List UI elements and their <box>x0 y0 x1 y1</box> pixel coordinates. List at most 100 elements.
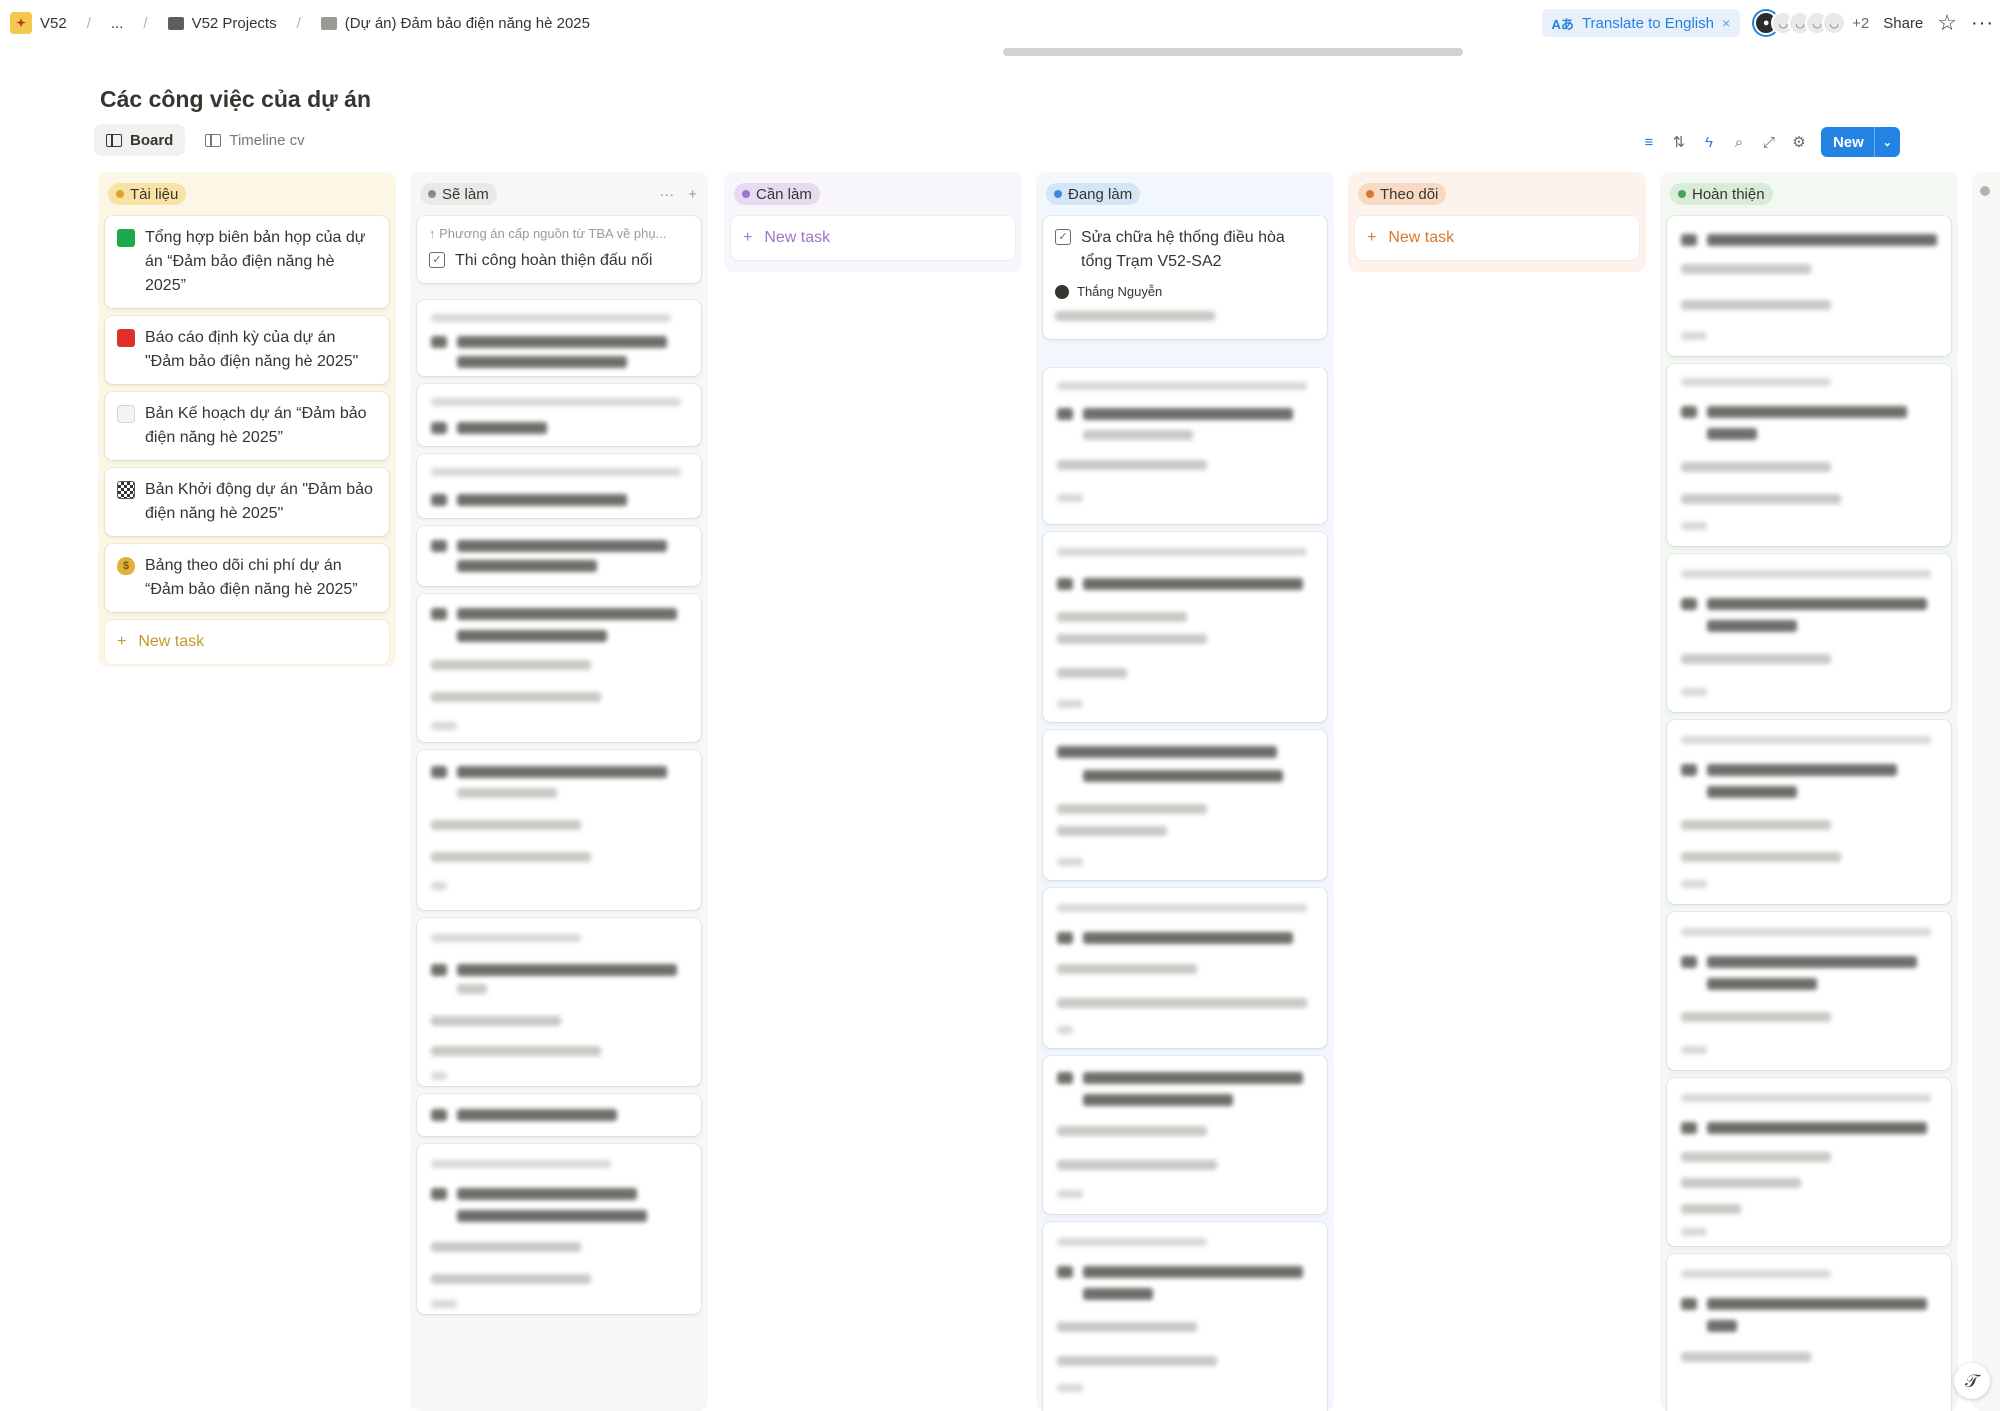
breadcrumb-separator: / <box>296 14 301 32</box>
more-people-count: +2 <box>1852 14 1870 32</box>
document-icon <box>117 405 135 423</box>
card[interactable] <box>417 526 701 586</box>
breadcrumb: ✦ V52 / ... / V52 Projects / (Dự án) Đảm… <box>10 12 590 34</box>
star-icon[interactable]: ☆ <box>1937 10 1957 36</box>
status-badge[interactable]: Hoàn thiện <box>1670 183 1773 205</box>
card[interactable] <box>1043 888 1327 1048</box>
card[interactable] <box>417 918 701 1086</box>
card[interactable] <box>1667 720 1951 904</box>
card[interactable] <box>1667 364 1951 546</box>
column-dang-lam: Đang làm ✓ Sửa chữa hệ thống điều hòa tổn… <box>1036 172 1334 1411</box>
status-badge[interactable]: Theo dõi <box>1358 183 1447 205</box>
translate-button[interactable]: Aあ Translate to English × <box>1541 9 1741 37</box>
card[interactable] <box>417 594 701 742</box>
breadcrumb-page[interactable]: (Dự án) Đảm bảo điện năng hè 2025 <box>345 15 590 32</box>
card[interactable] <box>1667 216 1951 356</box>
card[interactable]: Tổng hợp biên bản họp của dự án “Đảm bảo… <box>105 216 389 308</box>
breadcrumb-ellipsis[interactable]: ... <box>111 15 124 32</box>
tab-timeline[interactable]: Timeline cv <box>193 124 316 156</box>
chevron-down-icon[interactable]: ⌄ <box>1873 127 1900 157</box>
status-dot <box>1366 190 1374 198</box>
horizontal-scrollbar[interactable] <box>1003 48 1463 56</box>
tab-board[interactable]: Board <box>94 124 186 156</box>
view-toolbar: ≡ ⇅ ϟ ⌕ ⤢ ⚙ New ⌄ <box>1641 127 1900 157</box>
filter-icon[interactable]: ≡ <box>1641 134 1657 151</box>
card[interactable] <box>1043 1056 1327 1214</box>
breadcrumb-workspace[interactable]: V52 <box>40 15 67 32</box>
new-task-button[interactable]: + New task <box>1355 216 1639 260</box>
status-dot <box>742 190 750 198</box>
add-icon[interactable]: + <box>688 186 697 203</box>
plus-icon: + <box>743 229 753 246</box>
card[interactable] <box>417 1144 701 1314</box>
card[interactable] <box>1043 1222 1327 1411</box>
folder-icon <box>167 16 184 30</box>
column-label: Tài liệu <box>130 185 179 203</box>
column-hoan-thien: Hoàn thiện <box>1660 172 1958 1411</box>
card[interactable] <box>1043 368 1327 524</box>
card[interactable]: Bản Khởi động dự án "Đảm bảo điện năng h… <box>105 468 389 536</box>
avatar <box>1055 284 1069 299</box>
help-icon[interactable]: 𝒯 <box>1954 1363 1990 1399</box>
parent-task-link[interactable]: ↑ Phương án cấp nguồn từ TBA về phụ... <box>429 226 689 241</box>
new-task-label: New task <box>1388 229 1455 246</box>
card[interactable] <box>1043 532 1327 722</box>
settings-icon[interactable]: ⚙ <box>1791 134 1807 151</box>
card[interactable]: ↑ Phương án cấp nguồn từ TBA về phụ... ✓… <box>417 216 701 283</box>
new-task-button[interactable]: + New task <box>731 216 1015 260</box>
card[interactable]: $ Bảng theo dõi chi phí dự án “Đảm bảo đi… <box>105 544 389 612</box>
status-badge[interactable]: Tài liệu <box>108 183 187 205</box>
card[interactable] <box>1043 730 1327 880</box>
top-right-actions: Aあ Translate to English × ● ◡ ◡ ◡ ◡ +2 S… <box>1541 0 2000 46</box>
timeline-icon <box>205 133 222 147</box>
status-badge[interactable]: Đang làm <box>1046 183 1141 205</box>
assignee[interactable]: Thắng Nguyễn <box>1055 284 1315 299</box>
column-label: Sẽ làm <box>442 185 489 203</box>
column-label: Cần làm <box>756 185 812 203</box>
search-icon[interactable]: ⌕ <box>1731 134 1747 151</box>
close-icon[interactable]: × <box>1722 15 1730 31</box>
automation-icon[interactable]: ϟ <box>1701 134 1717 151</box>
status-dot <box>428 190 436 198</box>
column-header: Đang làm <box>1043 180 1327 208</box>
card[interactable]: ✓ Sửa chữa hệ thống điều hòa tổng Trạm V5… <box>1043 216 1327 339</box>
column-label: Đang làm <box>1068 185 1133 203</box>
column-actions: ··· + <box>659 186 697 203</box>
translate-icon: Aあ <box>1551 16 1574 32</box>
card[interactable] <box>417 750 701 910</box>
card[interactable] <box>1667 1078 1951 1246</box>
new-button[interactable]: New ⌄ <box>1820 127 1900 157</box>
column-can-lam: Cần làm + New task <box>724 172 1022 272</box>
sort-icon[interactable]: ⇅ <box>1671 134 1687 151</box>
breadcrumb-separator: / <box>143 14 148 32</box>
new-task-button[interactable]: + New task <box>105 620 389 664</box>
card[interactable] <box>1667 1254 1951 1411</box>
share-button[interactable]: Share <box>1883 15 1923 32</box>
translate-label: Translate to English <box>1581 14 1714 32</box>
expand-icon[interactable]: ⤢ <box>1761 134 1777 151</box>
column-header: Tài liệu <box>105 180 389 208</box>
status-dot <box>1054 190 1062 198</box>
more-options-icon[interactable]: ··· <box>1971 12 1994 35</box>
breadcrumb-separator: / <box>86 14 91 32</box>
card[interactable] <box>417 384 701 446</box>
breadcrumb-projects[interactable]: V52 Projects <box>192 15 277 32</box>
red-square-icon <box>117 329 135 347</box>
card[interactable] <box>1667 554 1951 712</box>
card[interactable]: Báo cáo định kỳ của dự án "Đảm bảo điện … <box>105 316 389 384</box>
card[interactable] <box>417 300 701 376</box>
card[interactable] <box>417 1094 701 1136</box>
card[interactable]: Bản Kế hoạch dự án “Đảm bảo điện năng hè… <box>105 392 389 460</box>
card[interactable] <box>417 454 701 518</box>
tab-label: Timeline cv <box>229 131 305 149</box>
new-task-label: New task <box>138 633 205 650</box>
more-options-icon[interactable]: ··· <box>659 186 674 203</box>
card[interactable] <box>1667 912 1951 1070</box>
card-title: Báo cáo định kỳ của dự án "Đảm bảo điện … <box>145 329 359 370</box>
new-button-label: New <box>1832 133 1864 151</box>
collaborator-avatars[interactable]: ● ◡ ◡ ◡ ◡ +2 <box>1754 11 1869 35</box>
status-badge[interactable]: Sẽ làm <box>420 183 497 205</box>
status-badge[interactable]: Cần làm <box>734 183 820 205</box>
column-theo-doi: Theo dõi + New task <box>1348 172 1646 272</box>
page-title: Các công việc của dự án <box>100 86 372 112</box>
